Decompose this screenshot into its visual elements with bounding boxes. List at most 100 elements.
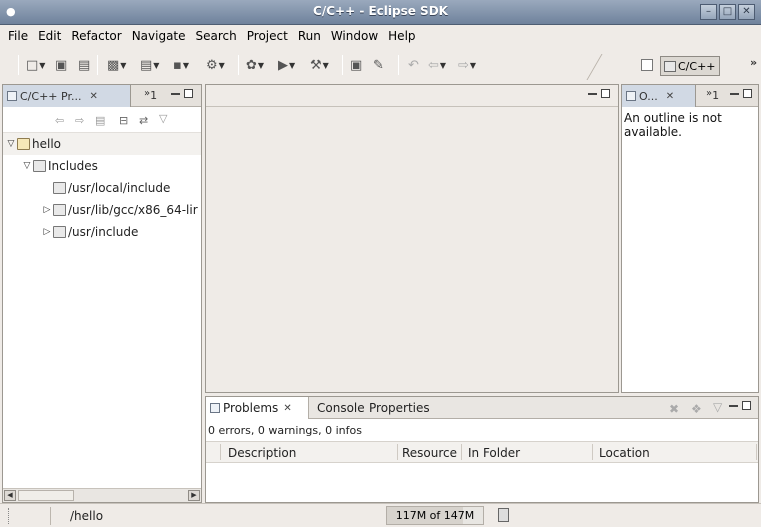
debug-icon: ✿ bbox=[246, 57, 257, 73]
view-menu-icon[interactable]: ▽ bbox=[159, 112, 167, 125]
menu-refactor[interactable]: Refactor bbox=[66, 29, 126, 43]
toolbar-separator bbox=[342, 55, 343, 75]
perspective-label: C/C++ bbox=[678, 59, 716, 73]
tree-item-usr-local-include[interactable]: /usr/local/include bbox=[3, 177, 201, 199]
menu-file[interactable]: File bbox=[3, 29, 33, 43]
menu-help[interactable]: Help bbox=[383, 29, 420, 43]
back-button[interactable]: ⇦ ▼ bbox=[428, 56, 446, 74]
delete-marker-icon[interactable]: ✖ bbox=[669, 402, 679, 416]
column-separator[interactable] bbox=[220, 444, 221, 460]
menu-edit[interactable]: Edit bbox=[33, 29, 66, 43]
last-edit-button[interactable]: ↶ bbox=[408, 56, 419, 74]
collapsed-twistie-icon[interactable]: ▷ bbox=[41, 227, 53, 237]
toolbar-separator bbox=[18, 55, 19, 75]
outline-icon bbox=[626, 91, 636, 101]
search-button[interactable]: ✎ bbox=[373, 56, 384, 74]
forward-arrow-icon[interactable]: ⇨ bbox=[75, 114, 84, 127]
expanded-twistie-icon[interactable]: ▽ bbox=[21, 161, 33, 171]
tree-item-usr-include[interactable]: ▷ /usr/include bbox=[3, 221, 201, 243]
cpp-perspective-icon bbox=[664, 60, 676, 72]
maximize-editor-button[interactable] bbox=[601, 89, 610, 98]
view-overflow-button[interactable]: »1 bbox=[144, 88, 157, 102]
back-arrow-icon[interactable]: ⇦ bbox=[55, 114, 64, 127]
tree-item-hello[interactable]: ▽ hello bbox=[3, 133, 201, 155]
column-resource[interactable]: Resource bbox=[402, 446, 457, 460]
tab-problems[interactable]: Problems ✕ bbox=[206, 397, 309, 419]
column-separator[interactable] bbox=[756, 444, 757, 460]
search-icon: ✎ bbox=[373, 57, 384, 73]
collapse-all-icon[interactable]: ⊟ bbox=[119, 114, 128, 127]
perspective-cpp-button[interactable]: C/C++ bbox=[660, 56, 720, 76]
column-separator[interactable] bbox=[397, 444, 398, 460]
menu-navigate[interactable]: Navigate bbox=[127, 29, 191, 43]
external-tools-button[interactable]: ⚒ ▼ bbox=[310, 56, 329, 74]
print-button[interactable]: ▤ bbox=[78, 56, 90, 74]
tab-console[interactable]: Console bbox=[317, 397, 365, 419]
column-separator[interactable] bbox=[461, 444, 462, 460]
heap-status[interactable]: 117M of 147M bbox=[386, 506, 484, 525]
collapsed-twistie-icon[interactable]: ▷ bbox=[41, 205, 53, 215]
filter-icon[interactable]: ❖ bbox=[691, 402, 702, 416]
tab-properties[interactable]: Properties bbox=[369, 397, 430, 419]
debug-button[interactable]: ✿ ▼ bbox=[246, 56, 264, 74]
new-source-folder-button[interactable]: ▤ ▼ bbox=[140, 56, 159, 74]
menu-bar: File Edit Refactor Navigate Search Proje… bbox=[0, 25, 761, 46]
up-folder-icon[interactable]: ▤ bbox=[95, 114, 105, 127]
forward-button[interactable]: ⇨ ▼ bbox=[458, 56, 476, 74]
maximize-view-button[interactable] bbox=[742, 401, 751, 410]
tab-project-explorer[interactable]: C/C++ Pr... ✕ bbox=[3, 85, 131, 107]
minimize-view-button[interactable] bbox=[730, 92, 739, 95]
tab-outline-label: O... bbox=[639, 89, 658, 103]
link-with-editor-icon[interactable]: ⇄ bbox=[139, 114, 148, 127]
dropdown-arrow-icon: ▼ bbox=[322, 60, 329, 70]
tree-item-usr-lib-gcc[interactable]: ▷ /usr/lib/gcc/x86_64-lir bbox=[3, 199, 201, 221]
editor-area[interactable] bbox=[205, 84, 619, 393]
new-class-button[interactable]: ▪ ▼ bbox=[173, 56, 189, 74]
scroll-right-icon[interactable]: ▶ bbox=[188, 490, 200, 501]
view-overflow-button[interactable]: »1 bbox=[706, 88, 719, 102]
new-wizard-button[interactable]: □ ▼ bbox=[26, 56, 45, 74]
minimize-editor-button[interactable] bbox=[588, 92, 597, 95]
scroll-left-icon[interactable]: ◀ bbox=[4, 490, 16, 501]
toolbar-separator bbox=[398, 55, 399, 75]
minimize-button[interactable]: – bbox=[700, 4, 717, 20]
column-separator[interactable] bbox=[592, 444, 593, 460]
expanded-twistie-icon[interactable]: ▽ bbox=[5, 139, 17, 149]
menu-search[interactable]: Search bbox=[191, 29, 242, 43]
dropdown-arrow-icon: ▼ bbox=[289, 60, 296, 70]
column-description[interactable]: Description bbox=[228, 446, 296, 460]
maximize-view-button[interactable] bbox=[743, 89, 752, 98]
close-icon[interactable]: ✕ bbox=[283, 403, 291, 414]
maximize-button[interactable]: □ bbox=[719, 4, 736, 20]
close-button[interactable]: ✕ bbox=[738, 4, 755, 20]
tree-item-includes[interactable]: ▽ Includes bbox=[3, 155, 201, 177]
status-grip bbox=[8, 508, 10, 524]
title-bar: ● C/C++ - Eclipse SDK – □ ✕ bbox=[0, 0, 761, 25]
outline-view: O... ✕ »1 An outline is not available. bbox=[621, 84, 759, 393]
minimize-view-button[interactable] bbox=[171, 92, 180, 95]
open-type-button[interactable]: ▣ bbox=[350, 56, 362, 74]
horizontal-scrollbar[interactable]: ◀ ▶ bbox=[3, 488, 201, 502]
minimize-view-button[interactable] bbox=[729, 404, 738, 407]
view-menu-icon[interactable]: ▽ bbox=[713, 400, 722, 414]
tab-outline[interactable]: O... ✕ bbox=[622, 85, 696, 107]
close-icon[interactable]: ✕ bbox=[89, 91, 97, 102]
menu-run[interactable]: Run bbox=[293, 29, 326, 43]
maximize-view-button[interactable] bbox=[184, 89, 193, 98]
close-icon[interactable]: ✕ bbox=[666, 91, 674, 102]
new-c-project-button[interactable]: ▩ ▼ bbox=[107, 56, 126, 74]
garbage-collect-icon[interactable] bbox=[498, 508, 509, 522]
save-button[interactable]: ▣ bbox=[55, 56, 67, 74]
window-title: C/C++ - Eclipse SDK bbox=[313, 4, 448, 18]
column-location[interactable]: Location bbox=[599, 446, 650, 460]
open-perspective-icon[interactable] bbox=[641, 59, 653, 71]
build-button[interactable]: ⚙ ▼ bbox=[206, 56, 225, 74]
menu-window[interactable]: Window bbox=[326, 29, 383, 43]
overflow-count: 1 bbox=[712, 89, 720, 102]
run-button[interactable]: ▶ ▼ bbox=[278, 56, 295, 74]
column-in-folder[interactable]: In Folder bbox=[468, 446, 520, 460]
toolbar-separator bbox=[238, 55, 239, 75]
scrollbar-thumb[interactable] bbox=[18, 490, 74, 501]
menu-project[interactable]: Project bbox=[242, 29, 293, 43]
perspective-overflow-button[interactable]: » bbox=[750, 56, 757, 69]
